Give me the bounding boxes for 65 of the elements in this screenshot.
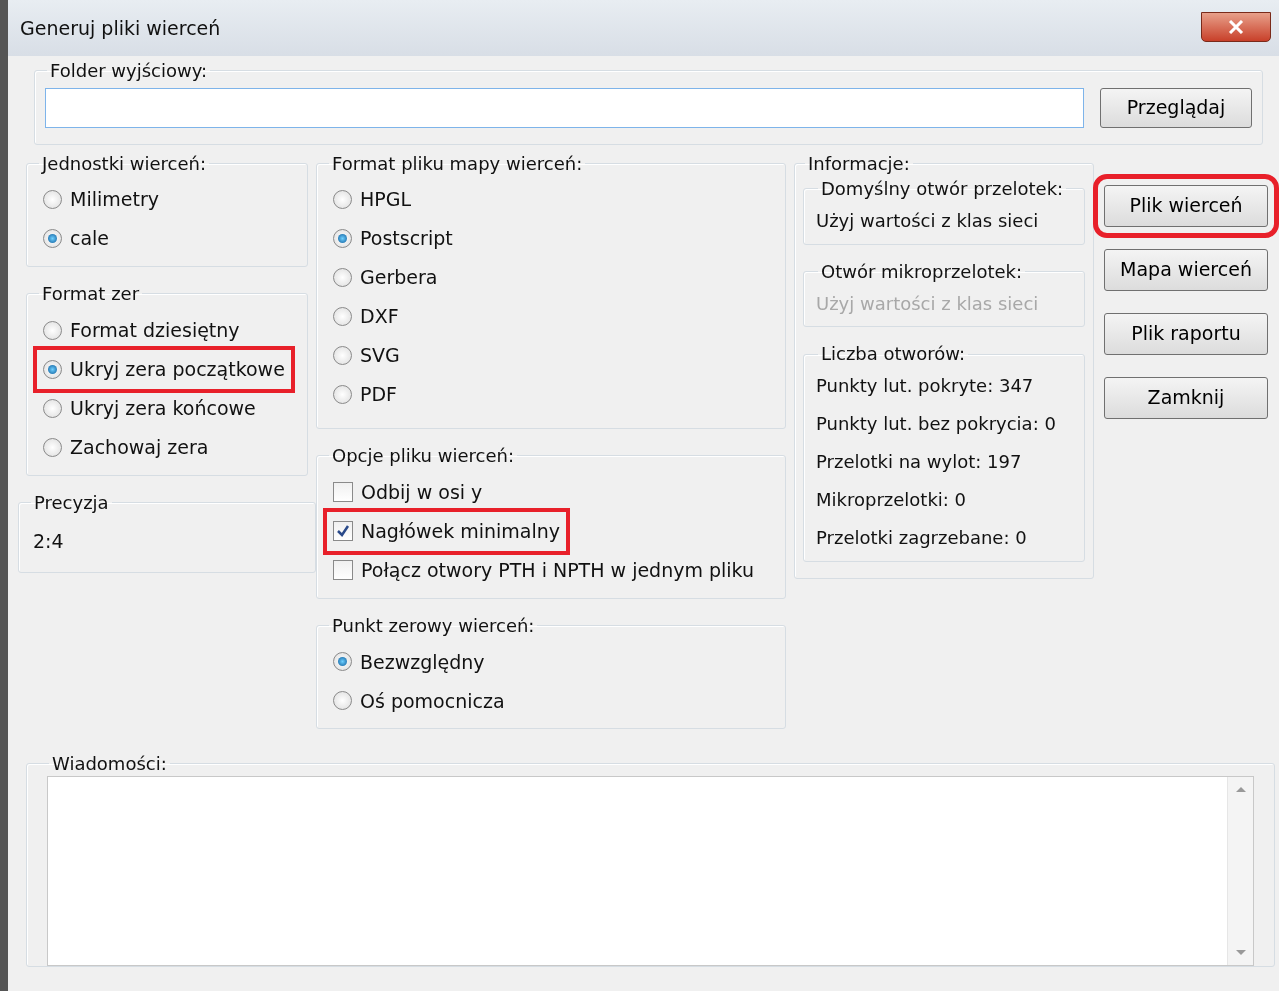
group-label: Precyzja (33, 491, 110, 514)
group-label: Wiadomości: (51, 752, 168, 775)
group-label: Format zer (41, 283, 141, 305)
radio-label[interactable]: cale (70, 224, 110, 253)
action-button[interactable]: Zamknij (1104, 376, 1268, 419)
checkbox[interactable] (333, 521, 353, 542)
info-text: Mikroprzelotki: 0 (816, 488, 968, 513)
checkbox[interactable] (333, 560, 353, 581)
radio-button[interactable] (333, 385, 352, 405)
radio-label[interactable]: Postscript (360, 224, 453, 253)
radio-button[interactable] (43, 320, 62, 340)
info-text: Użyj wartości z klas sieci (816, 291, 1040, 316)
radio-label[interactable]: Milimetry (70, 185, 159, 214)
radio-label[interactable]: Ukryj zera końcowe (70, 394, 256, 423)
group-label: Opcje pliku wierceń: (331, 445, 515, 467)
group-label: Domyślny otwór przelotek: (820, 178, 1065, 200)
close-icon (1228, 20, 1244, 34)
radio-button[interactable] (333, 307, 352, 327)
precision-value: 2:4 (32, 529, 65, 555)
group-label: Informacje: (807, 152, 911, 175)
info-text: Przelotki zagrzebane: 0 (816, 526, 1028, 551)
radio-label[interactable]: Zachowaj zera (70, 433, 209, 462)
checkbox-label[interactable]: Nagłówek minimalny (361, 517, 561, 546)
close-button[interactable] (1201, 12, 1271, 42)
radio-label[interactable]: DXF (360, 302, 399, 331)
checkbox-label[interactable]: Połącz otwory PTH i NPTH w jednym pliku (361, 556, 755, 585)
radio-label[interactable]: Bezwzględny (360, 647, 485, 677)
radio-button[interactable] (333, 190, 352, 210)
radio-button[interactable] (333, 346, 352, 366)
radio-button[interactable] (333, 229, 352, 249)
info-text: Punkty lut. bez pokrycia: 0 (816, 412, 1057, 437)
info-text: Punkty lut. pokryte: 347 (816, 374, 1035, 399)
group-label: Otwór mikroprzelotek: (820, 260, 1024, 283)
radio-label[interactable]: Format dziesiętny (70, 316, 240, 345)
checkbox[interactable] (333, 482, 353, 503)
radio-label[interactable]: HPGL (360, 185, 412, 214)
group-label: Punkt zerowy wierceń: (331, 614, 536, 637)
group-label: Jednostki wierceń: (40, 152, 208, 175)
info-text: Użyj wartości z klas sieci (816, 209, 1040, 234)
folder-input-field[interactable] (45, 87, 1084, 128)
checkbox-label[interactable]: Odbij w osi y (361, 478, 483, 507)
radio-label[interactable]: Ukryj zera początkowe (70, 355, 285, 384)
radio-button[interactable] (43, 229, 62, 249)
radio-label[interactable]: SVG (360, 341, 400, 370)
radio-label[interactable]: Oś pomocnicza (360, 686, 505, 716)
action-button[interactable]: Plik raportu (1104, 312, 1268, 355)
group-label: Liczba otworów: (820, 343, 967, 365)
radio-button[interactable] (333, 691, 352, 711)
radio-button[interactable] (333, 268, 352, 288)
action-button[interactable]: Mapa wierceń (1104, 248, 1268, 291)
scroll-up-icon[interactable] (1234, 785, 1247, 794)
radio-button[interactable] (333, 652, 352, 672)
group-label: Format pliku mapy wierceń: (331, 152, 584, 175)
group-label: Folder wyjściowy: (49, 60, 209, 82)
radio-label[interactable]: PDF (360, 380, 398, 409)
radio-button[interactable] (43, 359, 62, 379)
browse-button[interactable]: Przeglądaj (1100, 87, 1252, 128)
messages-field[interactable] (47, 776, 1254, 967)
window-title: Generuj pliki wierceń (20, 15, 221, 41)
radio-button[interactable] (43, 190, 62, 210)
radio-button[interactable] (43, 437, 62, 457)
radio-button[interactable] (43, 398, 62, 418)
info-text: Przelotki na wylot: 197 (816, 450, 1023, 475)
scroll-down-icon[interactable] (1234, 949, 1247, 958)
radio-label[interactable]: Gerbera (360, 263, 438, 292)
